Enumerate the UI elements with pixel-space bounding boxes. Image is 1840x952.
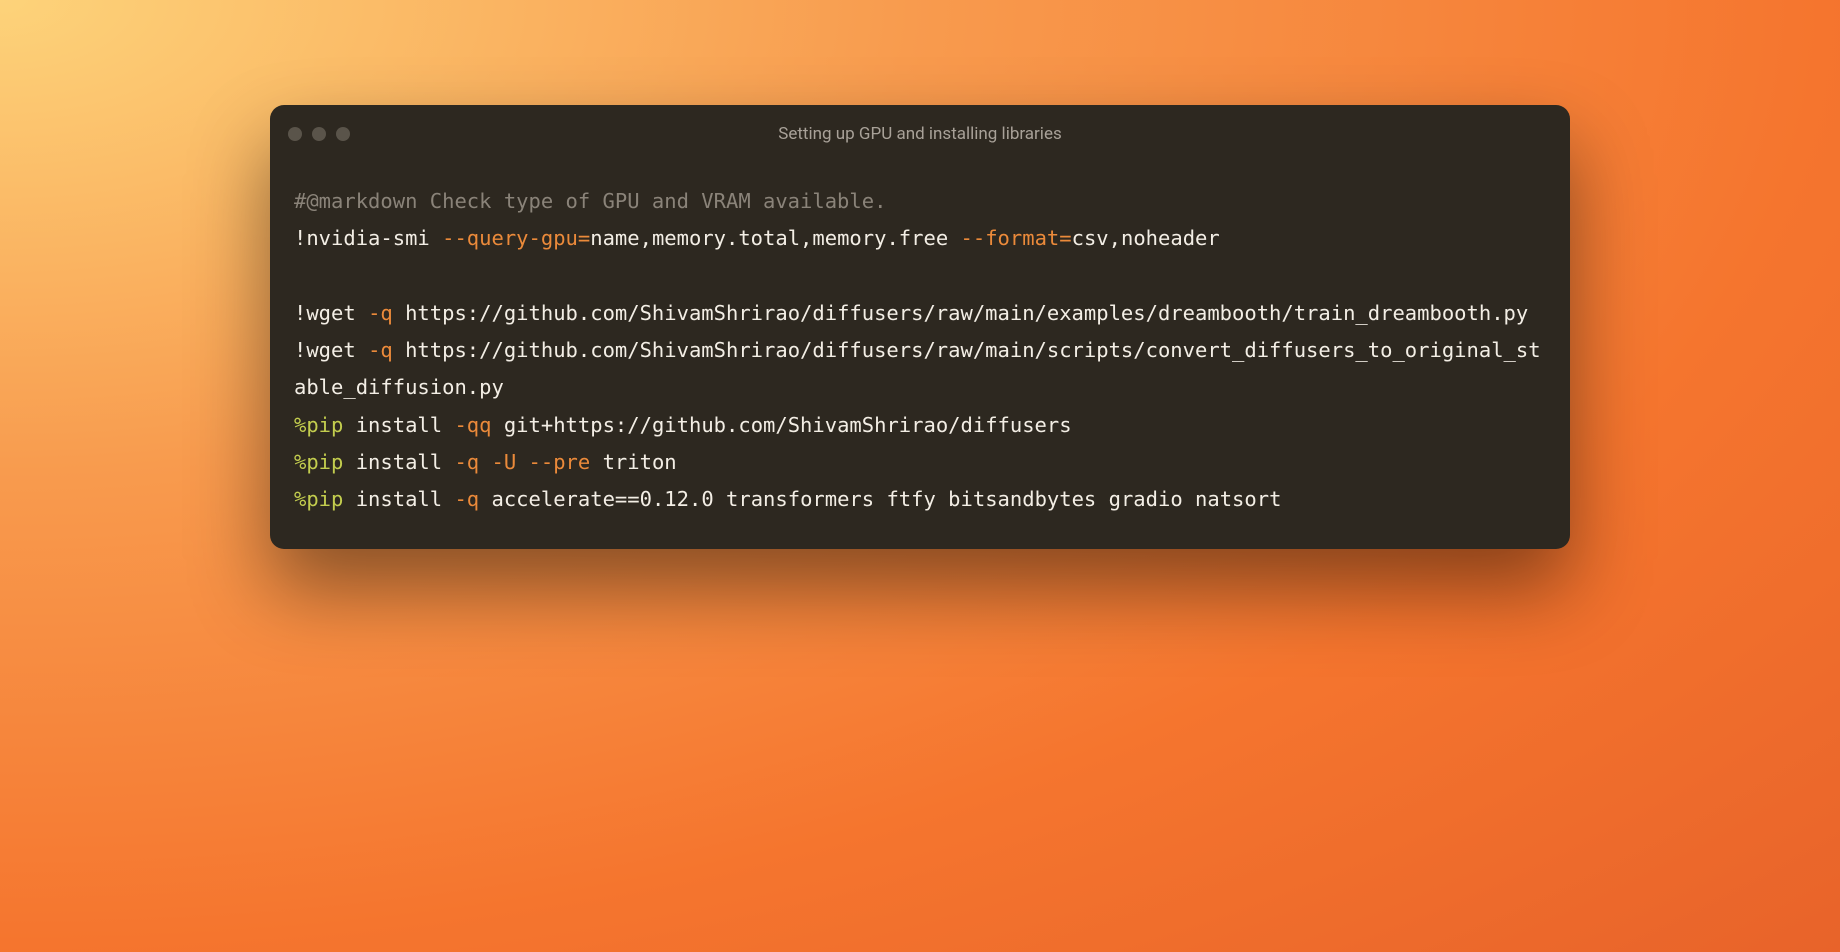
code-token: ! (294, 226, 306, 250)
window-controls (288, 127, 350, 141)
code-token: == (615, 487, 640, 511)
code-url: https://github.com/ShivamShrirao/diffuse… (393, 301, 1528, 325)
code-flag: -q (368, 338, 393, 362)
code-token: name,memory (590, 226, 726, 250)
code-token: - (380, 226, 392, 250)
code-token: wget (306, 301, 368, 325)
code-token: triton (590, 450, 676, 474)
terminal-window: Setting up GPU and installing libraries … (270, 105, 1570, 549)
code-comment: #@markdown Check type of GPU and VRAM av… (294, 189, 886, 213)
code-token: git (492, 413, 541, 437)
code-token: install (343, 450, 454, 474)
maximize-icon[interactable] (336, 127, 350, 141)
code-token: total,memory (738, 226, 886, 250)
code-token: wget (306, 338, 368, 362)
code-magic: %pip (294, 413, 343, 437)
code-token: ! (294, 301, 306, 325)
code-url: https://github.com/ShivamShrirao/diffuse… (294, 338, 1541, 399)
code-token: install (343, 487, 454, 511)
minimize-icon[interactable] (312, 127, 326, 141)
code-flag: -qq (454, 413, 491, 437)
code-token: . (886, 226, 898, 250)
code-token (479, 450, 491, 474)
code-token: nvidia (306, 226, 380, 250)
code-magic: %pip (294, 450, 343, 474)
code-token: smi (393, 226, 442, 250)
code-token: ! (294, 338, 306, 362)
code-token: = (1059, 226, 1071, 250)
code-flag: -q (454, 450, 479, 474)
code-flag: -U (492, 450, 517, 474)
code-token: 0.12.0 (640, 487, 714, 511)
code-content[interactable]: #@markdown Check type of GPU and VRAM av… (270, 155, 1570, 549)
code-url: https://github.com/ShivamShrirao/diffuse… (553, 413, 1071, 437)
code-token: = (578, 226, 590, 250)
window-titlebar: Setting up GPU and installing libraries (270, 105, 1570, 155)
code-token: free (899, 226, 961, 250)
code-token: transformers ftfy bitsandbytes gradio na… (714, 487, 1282, 511)
code-token (516, 450, 528, 474)
code-token: + (541, 413, 553, 437)
code-flag: --format (961, 226, 1060, 250)
code-flag: --query-gpu (442, 226, 578, 250)
code-token: accelerate (479, 487, 615, 511)
code-token: csv,noheader (1072, 226, 1220, 250)
code-flag: -q (454, 487, 479, 511)
code-flag: --pre (529, 450, 591, 474)
code-magic: %pip (294, 487, 343, 511)
code-token: install (343, 413, 454, 437)
code-token: . (726, 226, 738, 250)
close-icon[interactable] (288, 127, 302, 141)
window-title: Setting up GPU and installing libraries (270, 124, 1570, 144)
code-flag: -q (368, 301, 393, 325)
